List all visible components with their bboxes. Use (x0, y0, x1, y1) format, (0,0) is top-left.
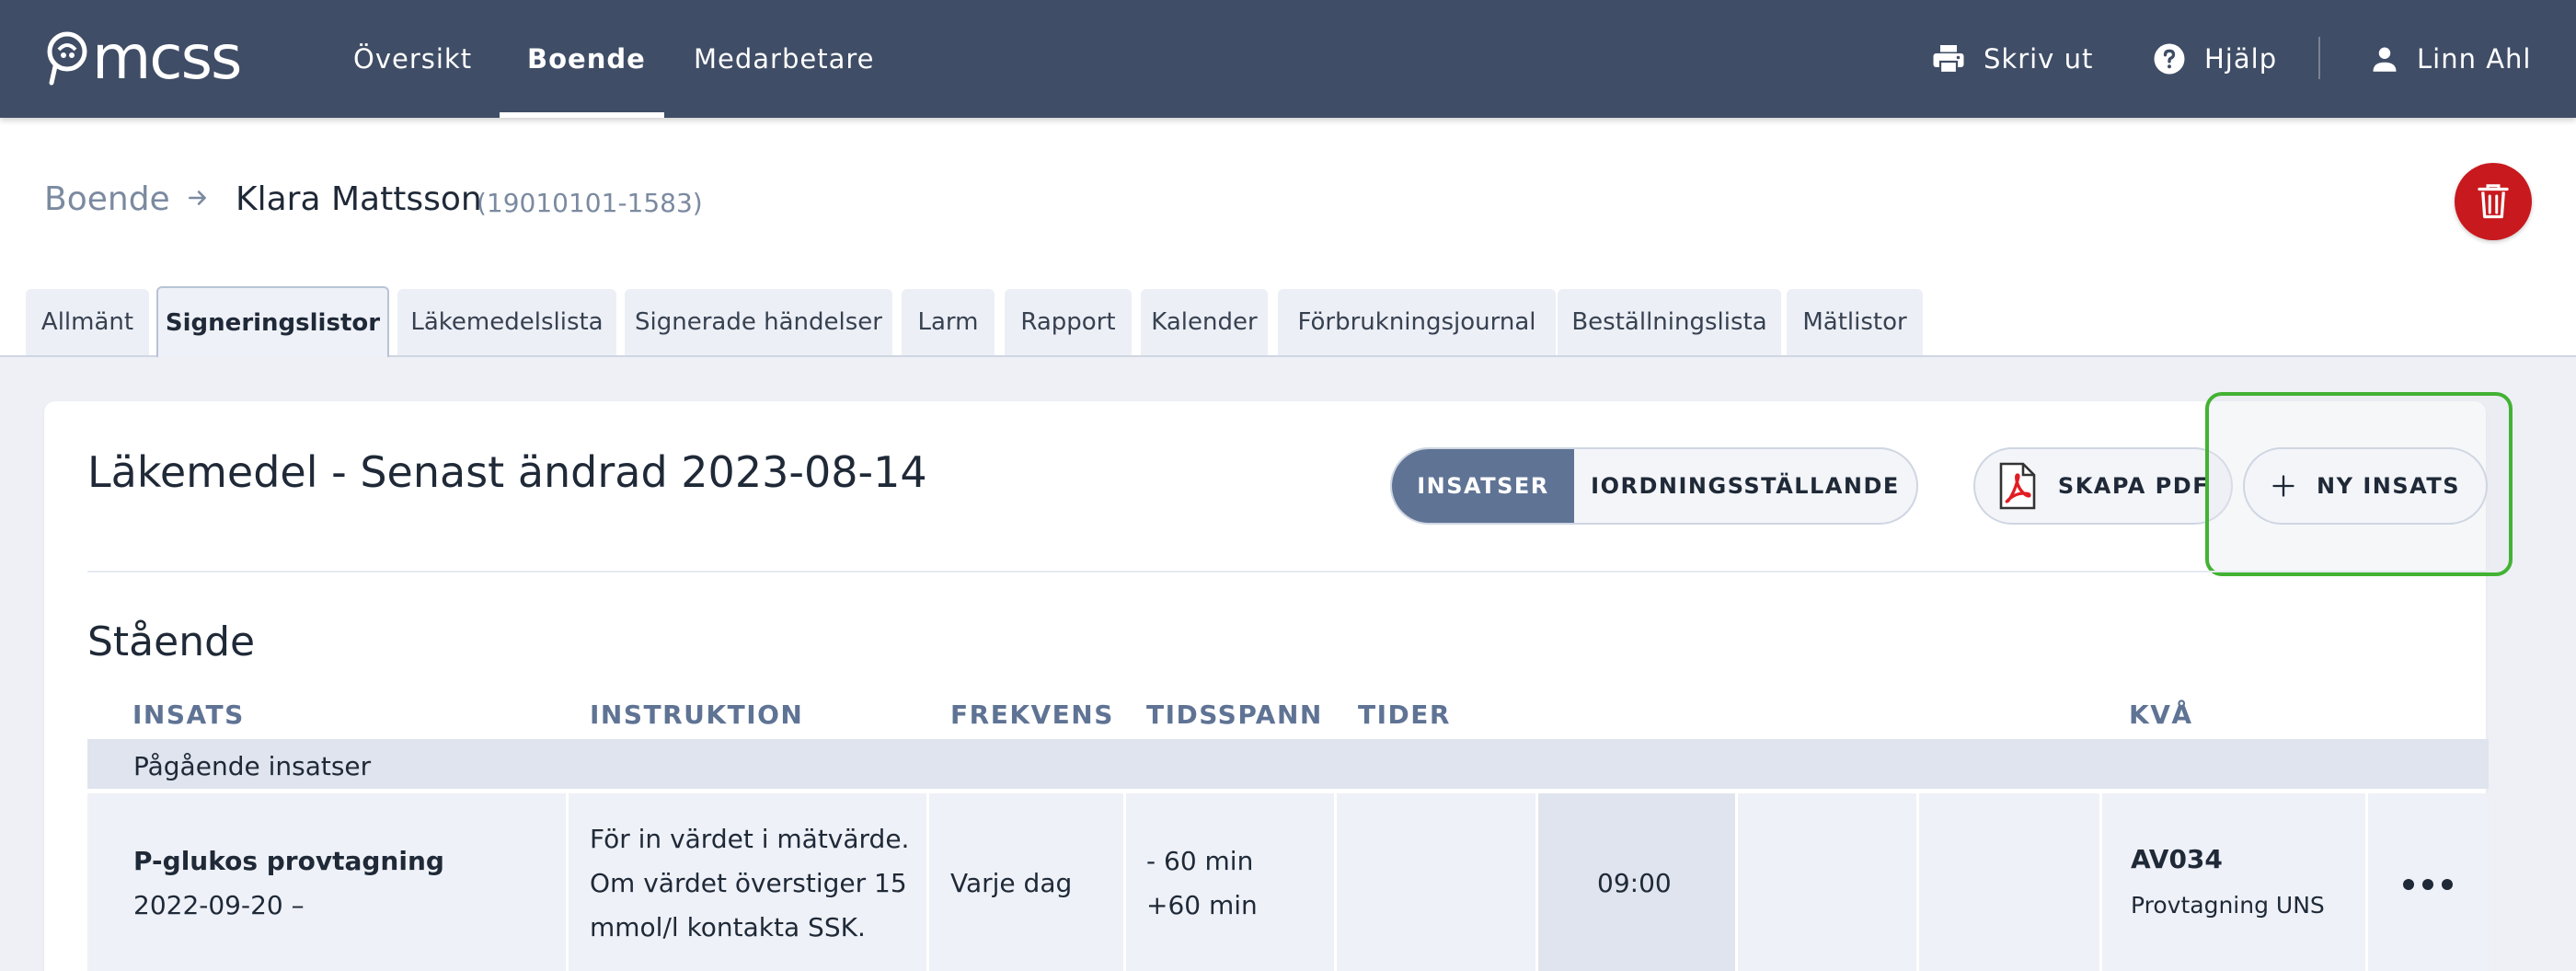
time-value: 09:00 (1597, 868, 1672, 898)
more-horizontal-icon[interactable] (2403, 873, 2453, 896)
kva-code: AV034 (2131, 844, 2223, 874)
column-header-kva: KVÅ (2129, 699, 2193, 730)
insats-date: 2022-09-20 – (133, 890, 305, 920)
topbar-divider (2318, 37, 2320, 79)
nav-item-boende[interactable]: Boende (527, 0, 646, 118)
user-icon (2373, 47, 2397, 72)
cell-separator (2365, 793, 2368, 971)
tab-matlistor[interactable]: Mätlistor (1787, 289, 1923, 355)
resident-name: Klara Mattsson (236, 180, 482, 218)
column-header-tidsspann: TIDSSPANN (1146, 699, 1323, 730)
card-divider (87, 571, 2489, 572)
segment-iordningsstallande[interactable]: IORDNINGSSTÄLLANDE (1574, 449, 1916, 523)
tab-kalender[interactable]: Kalender (1141, 289, 1268, 355)
tab-lakemedelslista[interactable]: Läkemedelslista (397, 289, 616, 355)
column-header-instruktion: INSTRUKTION (590, 699, 804, 730)
kva-description: Provtagning UNS (2131, 892, 2325, 919)
delete-resident-button[interactable] (2455, 163, 2532, 240)
create-pdf-label: SKAPA PDF (2057, 473, 2210, 499)
instruction-line: För in värdet i mätvärde. (590, 824, 910, 854)
table-row[interactable] (87, 793, 2489, 971)
column-header-insats: INSATS (132, 699, 245, 730)
mcss-logo[interactable]: mcss (46, 22, 242, 93)
breadcrumb-root-link[interactable]: Boende (44, 180, 170, 218)
column-header-tider: TIDER (1358, 699, 1451, 730)
tab-signerade-handelser[interactable]: Signerade händelser (625, 289, 892, 355)
print-button[interactable]: Skriv ut (1932, 0, 2093, 118)
question-circle-icon (2154, 43, 2185, 75)
section-title: Stående (87, 618, 256, 665)
nav-item-oversikt[interactable]: Översikt (353, 0, 472, 118)
logo-mark-icon (47, 31, 87, 86)
printer-icon (1933, 45, 1964, 75)
new-insats-button[interactable]: NY INSATS (2243, 447, 2488, 525)
timespan-after: +60 min (1146, 890, 1258, 920)
cell-separator (1334, 793, 1337, 971)
cell-separator (2099, 793, 2102, 971)
timespan-before: - 60 min (1146, 846, 1254, 876)
insats-name: P-glukos provtagning (133, 846, 444, 876)
print-label: Skriv ut (1984, 43, 2094, 75)
tab-signeringslistor[interactable]: Signeringslistor (156, 286, 389, 357)
instruction-line: mmol/l kontakta SSK. (590, 912, 866, 942)
nav-active-indicator (500, 112, 664, 118)
resident-personal-number: (19010101-1583) (477, 188, 703, 218)
cell-separator (1735, 793, 1738, 971)
instruction-line: Om värdet överstiger 15 (590, 868, 907, 898)
cell-separator (926, 793, 929, 971)
pdf-icon (1999, 462, 2036, 510)
tab-rapport[interactable]: Rapport (1005, 289, 1132, 355)
segment-insatser[interactable]: INSATSER (1392, 449, 1574, 523)
user-name: Linn Ahl (2417, 43, 2532, 75)
tab-forbrukningsjournal[interactable]: Förbrukningsjournal (1278, 289, 1556, 355)
cell-separator (1535, 793, 1538, 971)
group-label: Pågående insatser (133, 751, 372, 781)
new-insats-label: NY INSATS (2317, 473, 2460, 499)
user-menu-button[interactable]: Linn Ahl (2371, 0, 2531, 118)
cell-separator (566, 793, 569, 971)
logo-text: mcss (92, 22, 242, 93)
tab-bestallningslista[interactable]: Beställningslista (1558, 289, 1781, 355)
help-button[interactable]: Hjälp (2153, 0, 2277, 118)
top-navigation-bar: mcss Översikt Boende Medarbetare Skriv u… (0, 0, 2576, 118)
plus-icon (2272, 475, 2294, 497)
trash-icon (2478, 184, 2509, 219)
help-label: Hjälp (2204, 43, 2278, 75)
cell-separator (1916, 793, 1919, 971)
tab-larm[interactable]: Larm (902, 289, 995, 355)
column-header-frekvens: FREKVENS (950, 699, 1114, 730)
tab-allmant[interactable]: Allmänt (26, 289, 149, 355)
group-row (87, 739, 2489, 789)
view-segmented-control: INSATSER IORDNINGSSTÄLLANDE (1390, 447, 1918, 525)
arrow-right-icon (186, 186, 210, 214)
nav-item-medarbetare[interactable]: Medarbetare (694, 0, 874, 118)
frequency-value: Varje dag (950, 868, 1073, 898)
create-pdf-button[interactable]: SKAPA PDF (1973, 447, 2233, 525)
card-title: Läkemedel - Senast ändrad 2023-08-14 (87, 447, 927, 497)
cell-separator (1123, 793, 1126, 971)
